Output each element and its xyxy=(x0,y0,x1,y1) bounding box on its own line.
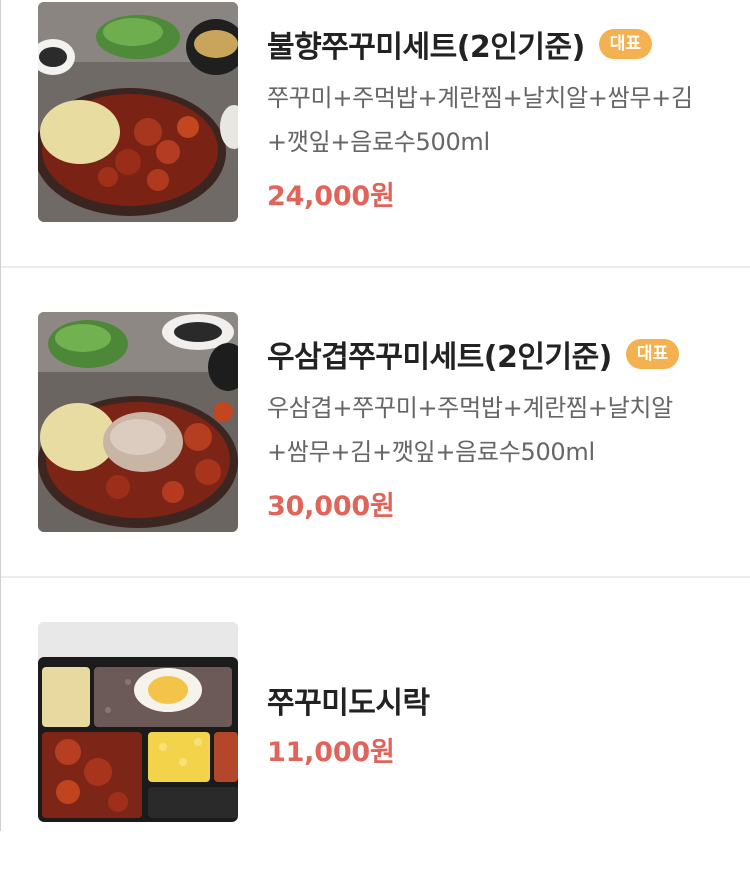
divider xyxy=(1,576,750,578)
menu-item-bulhyang-set[interactable]: 불향쭈꾸미세트(2인기준) 대표 쭈꾸미+주먹밥+계란찜+날치알+쌈무+김+깻잎… xyxy=(1,0,750,268)
menu-description: 쭈꾸미+주먹밥+계란찜+날치알+쌈무+김+깻잎+음료수500ml xyxy=(267,84,693,156)
menu-price: 30,000원 xyxy=(267,491,395,522)
divider xyxy=(1,266,750,268)
menu-item-dosirak[interactable]: 쭈꾸미도시락 11,000원 xyxy=(1,620,750,888)
menu-title-row: 불향쭈꾸미세트(2인기준) 대표 xyxy=(267,22,741,66)
menu-name: 우삼겹쭈꾸미세트(2인기준) xyxy=(267,340,612,375)
menu-item-usamgyeop-set[interactable]: 우삼겹쭈꾸미세트(2인기준) 대표 우삼겹+쭈꾸미+주먹밥+계란찜+날치알+쌈무… xyxy=(1,310,750,578)
menu-title-row: 쭈꾸미도시락 xyxy=(267,678,741,722)
menu-photo[interactable] xyxy=(38,312,238,532)
menu-description: 우삼겹+쭈꾸미+주먹밥+계란찜+날치알+쌈무+김+깻잎+음료수500ml xyxy=(267,394,673,466)
signature-badge: 대표 xyxy=(598,29,653,59)
menu-list: 불향쭈꾸미세트(2인기준) 대표 쭈꾸미+주먹밥+계란찜+날치알+쌈무+김+깻잎… xyxy=(1,0,750,831)
menu-title-row: 우삼겹쭈꾸미세트(2인기준) 대표 xyxy=(267,332,741,376)
signature-badge: 대표 xyxy=(625,339,680,369)
menu-name: 쭈꾸미도시락 xyxy=(267,686,430,721)
menu-photo[interactable] xyxy=(38,622,238,822)
menu-info: 우삼겹쭈꾸미세트(2인기준) 대표 우삼겹+쭈꾸미+주먹밥+계란찜+날치알+쌈무… xyxy=(267,332,741,523)
menu-photo[interactable] xyxy=(38,2,238,222)
menu-info: 쭈꾸미도시락 11,000원 xyxy=(267,678,741,769)
menu-price: 24,000원 xyxy=(267,181,395,212)
menu-price: 11,000원 xyxy=(267,737,395,768)
menu-info: 불향쭈꾸미세트(2인기준) 대표 쭈꾸미+주먹밥+계란찜+날치알+쌈무+김+깻잎… xyxy=(267,22,741,213)
menu-name: 불향쭈꾸미세트(2인기준) xyxy=(267,30,585,65)
